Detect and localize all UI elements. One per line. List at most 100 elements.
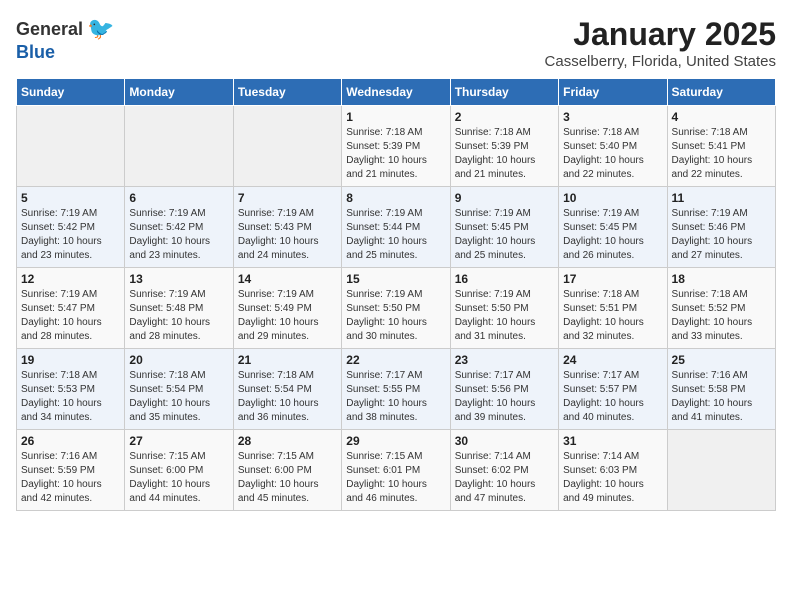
day-detail: Sunrise: 7:15 AMSunset: 6:01 PMDaylight:…: [346, 450, 445, 506]
logo: General 🐦 Blue: [16, 16, 114, 63]
day-number: 22: [346, 353, 445, 367]
weekday-header-sunday: Sunday: [17, 79, 125, 106]
day-number: 24: [563, 353, 662, 367]
day-detail: Sunrise: 7:19 AMSunset: 5:49 PMDaylight:…: [238, 288, 337, 344]
day-number: 16: [455, 272, 554, 286]
calendar-table: SundayMondayTuesdayWednesdayThursdayFrid…: [16, 78, 776, 511]
calendar-cell: 9Sunrise: 7:19 AMSunset: 5:45 PMDaylight…: [450, 187, 558, 268]
day-detail: Sunrise: 7:18 AMSunset: 5:40 PMDaylight:…: [563, 126, 662, 182]
calendar-cell: 26Sunrise: 7:16 AMSunset: 5:59 PMDayligh…: [17, 430, 125, 511]
calendar-cell: 11 Sunrise: 7:19 AMSunset: 5:46 PMDayligh…: [667, 187, 775, 268]
day-detail: Sunrise: 7:15 AMSunset: 6:00 PMDaylight:…: [129, 450, 228, 506]
logo-general: General: [16, 19, 83, 40]
day-number: 25: [672, 353, 771, 367]
day-number: 14: [238, 272, 337, 286]
calendar-cell: [233, 106, 341, 187]
calendar-cell: 8 Sunrise: 7:19 AMSunset: 5:44 PMDaylight…: [342, 187, 450, 268]
day-detail: Sunrise: 7:19 AMSunset: 5:43 PMDaylight:…: [238, 207, 337, 263]
calendar-cell: 21 Sunrise: 7:18 AMSunset: 5:54 PMDayligh…: [233, 349, 341, 430]
day-detail: Sunrise: 7:19 AMSunset: 5:46 PMDaylight:…: [672, 207, 771, 263]
day-detail: Sunrise: 7:17 AMSunset: 5:56 PMDaylight:…: [455, 369, 554, 425]
day-detail: Sunrise: 7:17 AMSunset: 5:57 PMDaylight:…: [563, 369, 662, 425]
day-detail: Sunrise: 7:19 AMSunset: 5:44 PMDaylight:…: [346, 207, 445, 263]
day-detail: Sunrise: 7:18 AMSunset: 5:39 PMDaylight:…: [346, 126, 445, 182]
day-detail: Sunrise: 7:18 AMSunset: 5:54 PMDaylight:…: [129, 369, 228, 425]
weekday-header-wednesday: Wednesday: [342, 79, 450, 106]
day-number: 6: [129, 191, 228, 205]
day-number: 12: [21, 272, 120, 286]
calendar-cell: 30 Sunrise: 7:14 AMSunset: 6:02 PMDayligh…: [450, 430, 558, 511]
day-number: 2: [455, 110, 554, 124]
day-detail: Sunrise: 7:18 AMSunset: 5:52 PMDaylight:…: [672, 288, 771, 344]
calendar-cell: 14 Sunrise: 7:19 AMSunset: 5:49 PMDayligh…: [233, 268, 341, 349]
calendar-cell: 24 Sunrise: 7:17 AMSunset: 5:57 PMDayligh…: [559, 349, 667, 430]
day-number: 23: [455, 353, 554, 367]
calendar-cell: [17, 106, 125, 187]
page-header: General 🐦 Blue January 2025 Casselberry,…: [16, 16, 776, 70]
day-number: 11: [672, 191, 771, 205]
calendar-week-row: 1 Sunrise: 7:18 AMSunset: 5:39 PMDaylight…: [17, 106, 776, 187]
day-number: 9: [455, 191, 554, 205]
day-detail: Sunrise: 7:16 AMSunset: 5:59 PMDaylight:…: [21, 450, 120, 506]
day-detail: Sunrise: 7:14 AMSunset: 6:03 PMDaylight:…: [563, 450, 662, 506]
calendar-cell: 10 Sunrise: 7:19 AMSunset: 5:45 PMDayligh…: [559, 187, 667, 268]
calendar-cell: 5 Sunrise: 7:19 AMSunset: 5:42 PMDaylight…: [17, 187, 125, 268]
calendar-cell: 16 Sunrise: 7:19 AMSunset: 5:50 PMDayligh…: [450, 268, 558, 349]
calendar-cell: 31 Sunrise: 7:14 AMSunset: 6:03 PMDayligh…: [559, 430, 667, 511]
calendar-cell: 15Sunrise: 7:19 AMSunset: 5:50 PMDayligh…: [342, 268, 450, 349]
calendar-cell: 1 Sunrise: 7:18 AMSunset: 5:39 PMDaylight…: [342, 106, 450, 187]
day-number: 18: [672, 272, 771, 286]
calendar-week-row: 26Sunrise: 7:16 AMSunset: 5:59 PMDayligh…: [17, 430, 776, 511]
day-detail: Sunrise: 7:19 AMSunset: 5:50 PMDaylight:…: [346, 288, 445, 344]
calendar-cell: 18 Sunrise: 7:18 AMSunset: 5:52 PMDayligh…: [667, 268, 775, 349]
day-number: 4: [672, 110, 771, 124]
day-detail: Sunrise: 7:19 AMSunset: 5:42 PMDaylight:…: [21, 207, 120, 263]
weekday-header-friday: Friday: [559, 79, 667, 106]
day-number: 1: [346, 110, 445, 124]
day-detail: Sunrise: 7:18 AMSunset: 5:53 PMDaylight:…: [21, 369, 120, 425]
calendar-cell: 4Sunrise: 7:18 AMSunset: 5:41 PMDaylight…: [667, 106, 775, 187]
day-number: 30: [455, 434, 554, 448]
weekday-header-thursday: Thursday: [450, 79, 558, 106]
weekday-header-row: SundayMondayTuesdayWednesdayThursdayFrid…: [17, 79, 776, 106]
day-detail: Sunrise: 7:18 AMSunset: 5:54 PMDaylight:…: [238, 369, 337, 425]
calendar-cell: 23 Sunrise: 7:17 AMSunset: 5:56 PMDayligh…: [450, 349, 558, 430]
calendar-week-row: 5 Sunrise: 7:19 AMSunset: 5:42 PMDaylight…: [17, 187, 776, 268]
day-detail: Sunrise: 7:19 AMSunset: 5:45 PMDaylight:…: [563, 207, 662, 263]
calendar-cell: 20 Sunrise: 7:18 AMSunset: 5:54 PMDayligh…: [125, 349, 233, 430]
calendar-cell: 13 Sunrise: 7:19 AMSunset: 5:48 PMDayligh…: [125, 268, 233, 349]
weekday-header-saturday: Saturday: [667, 79, 775, 106]
calendar-cell: 27 Sunrise: 7:15 AMSunset: 6:00 PMDayligh…: [125, 430, 233, 511]
day-number: 7: [238, 191, 337, 205]
day-number: 28: [238, 434, 337, 448]
day-number: 13: [129, 272, 228, 286]
calendar-cell: 28 Sunrise: 7:15 AMSunset: 6:00 PMDayligh…: [233, 430, 341, 511]
day-number: 20: [129, 353, 228, 367]
day-detail: Sunrise: 7:14 AMSunset: 6:02 PMDaylight:…: [455, 450, 554, 506]
day-detail: Sunrise: 7:19 AMSunset: 5:48 PMDaylight:…: [129, 288, 228, 344]
day-number: 5: [21, 191, 120, 205]
day-number: 31: [563, 434, 662, 448]
day-number: 17: [563, 272, 662, 286]
calendar-cell: 17Sunrise: 7:18 AMSunset: 5:51 PMDayligh…: [559, 268, 667, 349]
calendar-cell: [125, 106, 233, 187]
calendar-week-row: 12Sunrise: 7:19 AMSunset: 5:47 PMDayligh…: [17, 268, 776, 349]
calendar-cell: 6 Sunrise: 7:19 AMSunset: 5:42 PMDaylight…: [125, 187, 233, 268]
day-number: 8: [346, 191, 445, 205]
logo-bird-icon: 🐦: [87, 16, 114, 42]
day-number: 21: [238, 353, 337, 367]
weekday-header-monday: Monday: [125, 79, 233, 106]
day-detail: Sunrise: 7:16 AMSunset: 5:58 PMDaylight:…: [672, 369, 771, 425]
day-detail: Sunrise: 7:19 AMSunset: 5:50 PMDaylight:…: [455, 288, 554, 344]
day-number: 10: [563, 191, 662, 205]
day-detail: Sunrise: 7:19 AMSunset: 5:42 PMDaylight:…: [129, 207, 228, 263]
day-number: 19: [21, 353, 120, 367]
day-detail: Sunrise: 7:18 AMSunset: 5:39 PMDaylight:…: [455, 126, 554, 182]
day-number: 27: [129, 434, 228, 448]
calendar-subtitle: Casselberry, Florida, United States: [545, 53, 776, 70]
calendar-cell: 7 Sunrise: 7:19 AMSunset: 5:43 PMDaylight…: [233, 187, 341, 268]
day-detail: Sunrise: 7:15 AMSunset: 6:00 PMDaylight:…: [238, 450, 337, 506]
day-number: 3: [563, 110, 662, 124]
day-number: 29: [346, 434, 445, 448]
calendar-cell: 29 Sunrise: 7:15 AMSunset: 6:01 PMDayligh…: [342, 430, 450, 511]
